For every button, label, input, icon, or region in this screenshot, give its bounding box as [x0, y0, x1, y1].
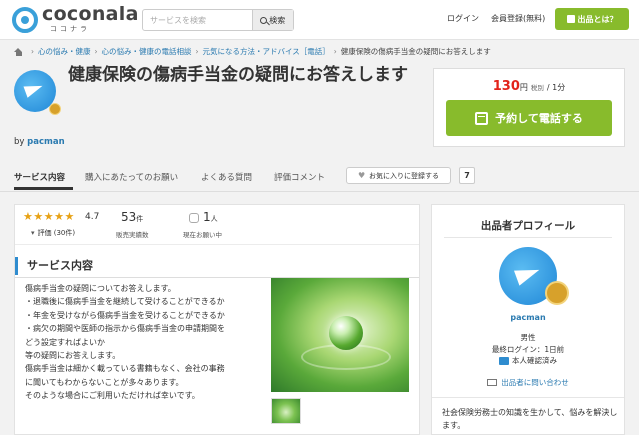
price-value: 130: [492, 79, 520, 94]
last-login: 最終ログイン：1日前: [491, 345, 565, 354]
about-selling-button[interactable]: 出品とは？: [555, 8, 629, 30]
requests-count: 1人: [203, 210, 218, 224]
seller-gender: 男性: [520, 333, 536, 342]
rank-medal-icon: [49, 103, 61, 115]
favorite-label: お気に入りに登録する: [369, 171, 439, 180]
paper-plane-icon: [513, 262, 543, 286]
sales-label: 販売実績数: [116, 231, 149, 239]
contact-seller-link[interactable]: 出品者に問い合わせ: [432, 377, 624, 388]
tab-reviews[interactable]: 評価コメント: [274, 171, 325, 183]
tabs-divider: [0, 191, 639, 192]
shopping-bag-icon: [566, 15, 575, 23]
star-icon: ★: [64, 210, 75, 223]
seller-link[interactable]: pacman: [27, 137, 65, 147]
about-selling-label: 出品とは？: [577, 14, 618, 24]
envelope-icon: [487, 379, 498, 386]
profile-title: 出品者プロフィール: [480, 220, 576, 232]
logo-mark-icon: [12, 6, 38, 33]
price-box: 130円 税別/ 1分 予約して電話する: [433, 68, 625, 147]
search-box: 検索: [142, 9, 294, 31]
coconala-logo[interactable]: coconala ココナラ: [12, 5, 139, 34]
seller-profile-card: 出品者プロフィール pacman 男性 最終ログイン：1日前 本人確認済み 出品…: [431, 204, 625, 435]
hand-icon: [189, 213, 199, 223]
verified-icon: [499, 356, 509, 365]
star-icon: ★: [23, 210, 33, 223]
breadcrumb-item[interactable]: 元気になる方法・アドバイス［電話］: [203, 46, 330, 57]
service-description: 傷病手当金の疑問についてお答えします。 ・退職後に傷病手当金を継続して受けること…: [25, 284, 225, 401]
logo-sub: ココナラ: [50, 25, 90, 33]
service-avatar: [14, 70, 61, 115]
stats-bar: ★ ★ ★ ★ ★ 4.7 ▾ 評価 (30件) 53件 販売実績数 1人 現在お願い中: [15, 205, 419, 245]
sales-count: 53件: [121, 210, 144, 224]
price-per: / 1分: [546, 83, 566, 92]
rating-stars: ★ ★ ★ ★ ★: [23, 211, 75, 222]
rank-badge-icon: [545, 281, 569, 305]
requests-label: 現在お願い中: [183, 231, 222, 239]
search-button[interactable]: 検索: [251, 10, 293, 30]
breadcrumb-item[interactable]: 心の悩み・健康: [38, 46, 91, 57]
section-title: サービス内容: [15, 257, 93, 275]
breadcrumb-current: 健康保険の傷病手当金の疑問にお答えします: [340, 47, 491, 56]
tab-faq[interactable]: よくある質問: [201, 171, 252, 183]
breadcrumb: › 心の悩み・健康 › 心の悩み・健康の電話相談 › 元気になる方法・アドバイス…: [14, 46, 491, 57]
calendar-icon: [475, 111, 489, 125]
identity-verified: 本人確認済み: [432, 355, 624, 366]
service-detail-card: ★ ★ ★ ★ ★ 4.7 ▾ 評価 (30件) 53件 販売実績数 1人 現在お願い中 …: [14, 204, 420, 435]
site-header: coconala ココナラ 検索 ログイン 会員登録(無料) 出品とは？: [0, 0, 639, 40]
seller-bio: 社会保険労務士の知識を生かして、悩みを解決します。: [442, 408, 618, 430]
seller-byline: by pacman: [14, 137, 65, 147]
logo-name: coconala: [42, 3, 139, 25]
service-tabs: サービス内容 購入にあたってのお願い よくある質問 評価コメント: [0, 166, 639, 190]
service-thumbnail[interactable]: [271, 398, 301, 424]
chevron-down-icon: ▾: [31, 229, 35, 237]
service-main-image[interactable]: [271, 278, 409, 392]
tab-purchase-requests[interactable]: 購入にあたってのお願い: [85, 171, 178, 183]
search-button-label: 検索: [269, 15, 286, 25]
favorite-button[interactable]: ♥ お気に入りに登録する: [346, 167, 451, 184]
tab-service-content[interactable]: サービス内容: [14, 171, 65, 183]
tax-label: 税別: [530, 84, 544, 92]
home-icon[interactable]: [14, 47, 23, 56]
favorite-count: 7: [459, 167, 475, 184]
book-call-button[interactable]: 予約して電話する: [446, 100, 612, 136]
heart-icon: ♥: [358, 171, 366, 180]
reviews-link[interactable]: ▾ 評価 (30件): [31, 228, 75, 238]
breadcrumb-item[interactable]: 心の悩み・健康の電話相談: [102, 46, 192, 57]
service-title: 健康保険の傷病手当金の疑問にお答えします: [68, 65, 408, 85]
book-call-label: 予約して電話する: [495, 112, 583, 125]
paper-plane-icon: [23, 80, 45, 98]
register-link[interactable]: 会員登録(無料): [491, 13, 545, 24]
rating-value: 4.7: [85, 212, 100, 222]
star-icon: ★: [43, 210, 54, 223]
login-link[interactable]: ログイン: [447, 13, 479, 24]
price: 130円 税別/ 1分: [492, 79, 566, 94]
active-tab-indicator: [14, 187, 73, 190]
search-input[interactable]: [143, 10, 252, 30]
star-icon: ★: [54, 210, 64, 223]
star-icon: ★: [33, 210, 44, 223]
search-icon: [260, 16, 268, 24]
seller-name-link[interactable]: pacman: [432, 313, 624, 322]
